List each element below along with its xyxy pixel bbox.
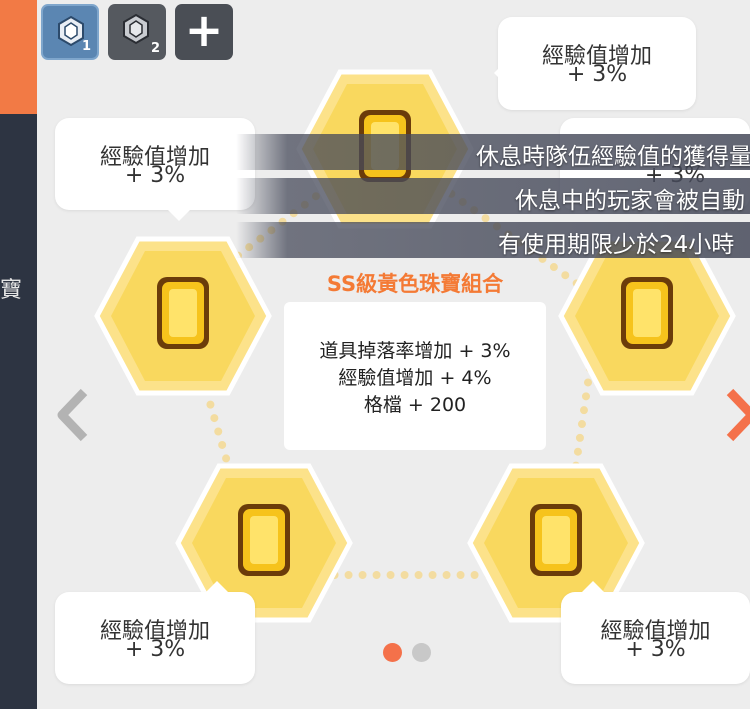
notification-text: 休息時隊伍經驗值的獲得量: [476, 144, 750, 170]
bubble-tip: [581, 581, 605, 593]
prev-arrow-icon[interactable]: [54, 388, 90, 442]
page-dot[interactable]: [412, 643, 431, 662]
bonus-value: + 3%: [625, 637, 686, 662]
bubble-tip: [167, 209, 191, 221]
yellow-jewel-icon: [238, 504, 290, 576]
jewel-slot-right[interactable]: [557, 235, 737, 397]
notification-banner: 有使用期限少於24小時: [236, 222, 750, 258]
set-title: SS級黃色珠寶組合: [326, 272, 504, 296]
bonus-bubble-top-left: 經驗值增加 + 3%: [55, 118, 255, 221]
notification-banner: 休息中的玩家會被自動: [236, 178, 750, 214]
bubble-tip: [205, 581, 229, 593]
bonus-value: + 3%: [124, 637, 186, 662]
bonus-bubble-bottom-right: 經驗值增加 + 3%: [561, 581, 750, 684]
bonus-value: + 3%: [566, 62, 628, 87]
bubble-tip: [494, 61, 506, 85]
notification-text: 有使用期限少於24小時: [498, 232, 735, 258]
page-dot-active[interactable]: [383, 643, 402, 662]
notification-banner: 休息時隊伍經驗值的獲得量: [236, 134, 750, 170]
effect-line: 經驗值增加 + 4%: [338, 367, 492, 389]
bonus-bubble-top-right: 經驗值增加 + 3%: [494, 17, 696, 110]
set-effects-panel: 道具掉落率增加 + 3% 經驗值增加 + 4% 格檔 + 200: [284, 302, 546, 450]
bonus-bubble-bottom-left: 經驗值增加 + 3%: [55, 581, 255, 684]
effect-line: 道具掉落率增加 + 3%: [319, 340, 511, 362]
bonus-value: + 3%: [124, 163, 186, 188]
effect-line: 格檔 + 200: [363, 394, 467, 416]
next-arrow-icon[interactable]: [726, 388, 750, 442]
yellow-jewel-icon: [530, 504, 582, 576]
jewel-slot-left[interactable]: [93, 235, 273, 397]
notification-text: 休息中的玩家會被自動: [515, 188, 745, 214]
